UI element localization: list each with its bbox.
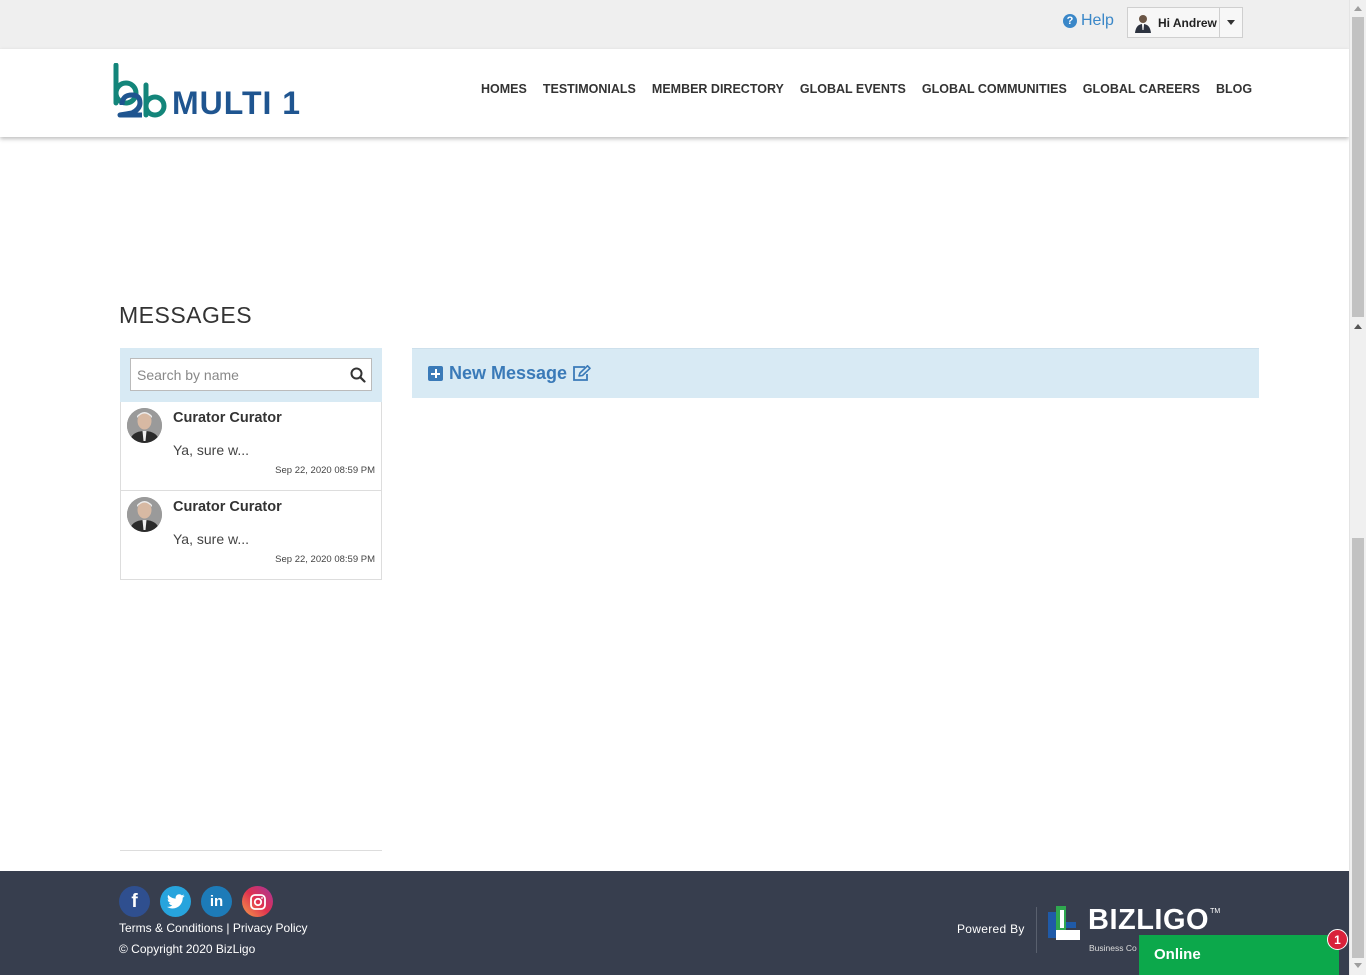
help-link[interactable]: ? Help	[1063, 12, 1114, 30]
user-avatar-image	[1134, 12, 1152, 33]
nav-item-global-careers[interactable]: GLOBAL CAREERS	[1075, 82, 1208, 96]
bizligo-tagline: Business Co	[1089, 943, 1137, 953]
bizligo-wordmark: BIZLIGO	[1088, 904, 1210, 936]
scroll-up-arrow-icon[interactable]	[1354, 324, 1362, 329]
chat-notification-badge: 1	[1327, 929, 1348, 950]
new-message-button[interactable]: New Message	[412, 348, 1259, 398]
nav-item-testimonials[interactable]: TESTIMONIALS	[535, 82, 644, 96]
question-circle-icon: ?	[1063, 14, 1077, 28]
user-menu: Hi Andrew	[1127, 7, 1243, 38]
page-viewport: ? Help Hi Andrew MULTI 1 HOMES TESTIMONI…	[0, 0, 1349, 975]
nav-item-homes[interactable]: HOMES	[473, 82, 535, 96]
twitter-bird-glyph	[166, 894, 184, 909]
social-links: f in	[119, 886, 273, 917]
chat-status-label: Online	[1154, 946, 1201, 963]
copyright-text: © Copyright 2020 BizLigo	[119, 942, 256, 956]
avatar	[127, 408, 162, 443]
vertical-scrollbar[interactable]	[1349, 0, 1366, 975]
user-menu-button[interactable]: Hi Andrew	[1128, 8, 1220, 37]
scrollbar-thumb-upper[interactable]	[1352, 17, 1364, 317]
nav-item-global-events[interactable]: GLOBAL EVENTS	[792, 82, 914, 96]
footer-divider	[1036, 907, 1037, 953]
search-icon[interactable]	[350, 367, 366, 383]
scrollbar-thumb[interactable]	[1352, 538, 1364, 958]
sidebar-divider	[120, 850, 382, 851]
powered-by-label: Powered By	[957, 922, 1025, 936]
trademark-mark: TM	[1210, 908, 1221, 915]
conversation-date: Sep 22, 2020 08:59 PM	[275, 554, 375, 565]
nav-item-blog[interactable]: BLOG	[1208, 82, 1260, 96]
chat-widget[interactable]: Online	[1139, 935, 1339, 975]
b2b-logo-mark	[113, 63, 167, 118]
top-utility-bar: ? Help Hi Andrew	[0, 0, 1349, 49]
new-message-label: New Message	[449, 363, 568, 383]
user-avatar	[1134, 12, 1152, 33]
nav-item-member-directory[interactable]: MEMBER DIRECTORY	[644, 82, 792, 96]
conversation-item[interactable]: Curator Curator Ya, sure w... Sep 22, 20…	[120, 491, 382, 580]
nav-item-global-communities[interactable]: GLOBAL COMMUNITIES	[914, 82, 1075, 96]
site-logo[interactable]: MULTI 1	[112, 63, 301, 119]
caret-down-icon	[1227, 20, 1235, 25]
scroll-up-arrow-icon[interactable]	[1354, 6, 1362, 11]
help-label: Help	[1081, 12, 1114, 29]
twitter-icon[interactable]	[160, 886, 191, 917]
linkedin-icon[interactable]: in	[201, 886, 232, 917]
footer-link-separator: |	[226, 921, 230, 935]
plus-square-icon	[428, 366, 443, 381]
logo-text: MULTI 1	[172, 85, 302, 121]
search-input[interactable]	[131, 359, 371, 390]
page-title: MESSAGES	[119, 302, 253, 328]
conversation-name: Curator Curator	[173, 410, 282, 426]
main-nav: HOMES TESTIMONIALS MEMBER DIRECTORY GLOB…	[473, 82, 1260, 96]
search-panel	[120, 348, 382, 402]
conversation-snippet: Ya, sure w...	[173, 531, 249, 547]
footer-links: Terms & Conditions | Privacy Policy	[119, 921, 308, 935]
conversation-snippet: Ya, sure w...	[173, 442, 249, 458]
privacy-link[interactable]: Privacy Policy	[233, 921, 308, 935]
instagram-camera-glyph	[249, 893, 266, 910]
avatar-image	[127, 408, 162, 443]
conversation-name: Curator Curator	[173, 499, 282, 515]
instagram-icon[interactable]	[242, 886, 273, 917]
scroll-down-arrow-icon[interactable]	[1354, 963, 1362, 968]
bizligo-logo-mark	[1048, 906, 1080, 940]
avatar	[127, 497, 162, 532]
conversation-sidebar: Curator Curator Ya, sure w... Sep 22, 20…	[120, 348, 382, 580]
edit-icon	[573, 365, 591, 381]
site-header: MULTI 1 HOMES TESTIMONIALS MEMBER DIRECT…	[0, 49, 1349, 137]
terms-link[interactable]: Terms & Conditions	[119, 921, 223, 935]
conversation-item[interactable]: Curator Curator Ya, sure w... Sep 22, 20…	[120, 402, 382, 491]
user-greeting: Hi Andrew	[1158, 15, 1217, 30]
facebook-icon[interactable]: f	[119, 886, 150, 917]
conversation-date: Sep 22, 2020 08:59 PM	[275, 465, 375, 476]
search-box	[130, 358, 372, 391]
avatar-image	[127, 497, 162, 532]
user-menu-dropdown-toggle[interactable]	[1220, 8, 1242, 37]
